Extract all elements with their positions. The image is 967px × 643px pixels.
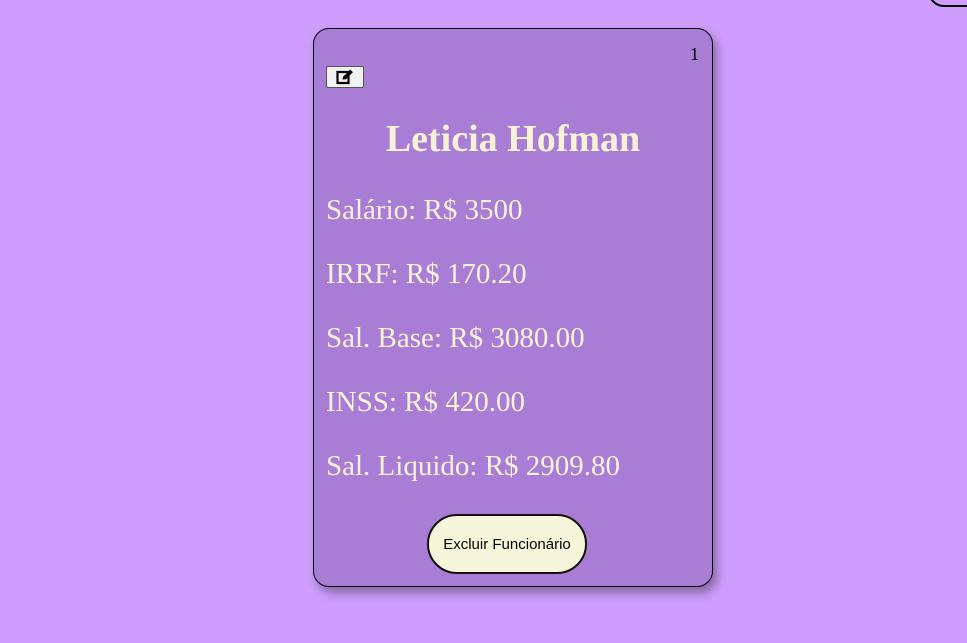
card-number: 1: [690, 44, 699, 64]
irrf-text: IRRF: R$ 170.20: [326, 258, 527, 290]
edit-icon: [336, 69, 353, 85]
delete-employee-button[interactable]: Excluir Funcionário: [427, 514, 587, 574]
employee-name: Leticia Hofman: [385, 118, 641, 160]
net-salary-text: Sal. Liquido: R$ 2909.80: [326, 450, 621, 482]
corner-decoration: [928, 0, 967, 7]
base-salary-text: Sal. Base: R$ 3080.00: [326, 322, 585, 354]
edit-button[interactable]: [326, 66, 364, 88]
salary-text: Salário: R$ 3500: [326, 194, 523, 226]
employee-card: 1 Leticia Hofman Salário: R$ 3500 IRRF: …: [313, 28, 713, 587]
inss-text: INSS: R$ 420.00: [326, 386, 526, 418]
